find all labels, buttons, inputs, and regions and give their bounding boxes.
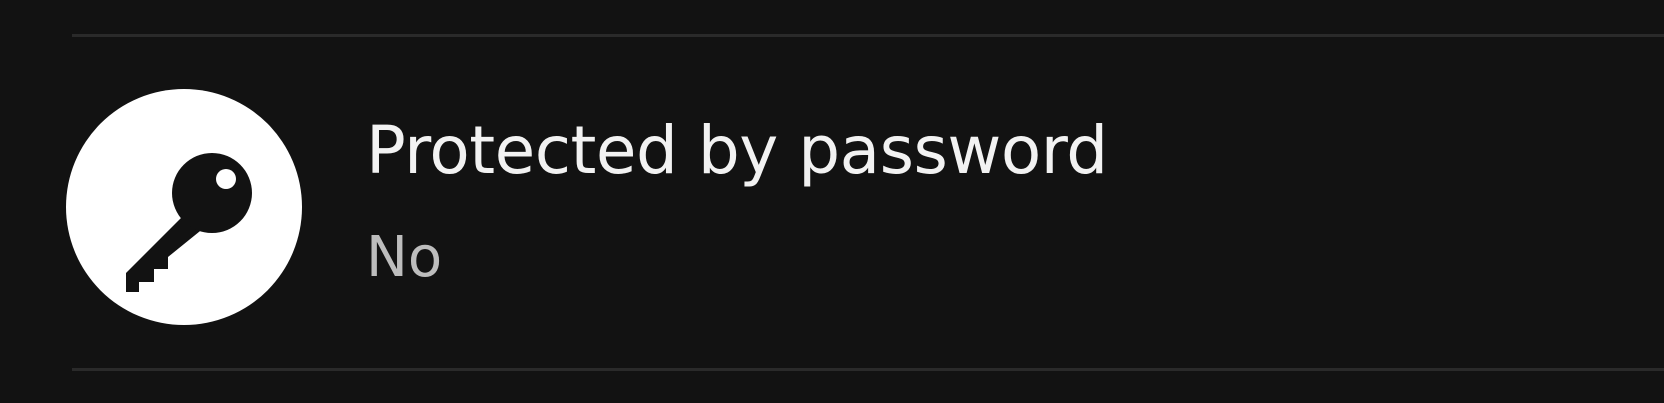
settings-screen: Protected by password No bbox=[0, 0, 1664, 403]
bottom-divider bbox=[72, 368, 1664, 371]
password-protection-row[interactable]: Protected by password No bbox=[0, 37, 1664, 368]
setting-title: Protected by password bbox=[366, 112, 1108, 189]
key-icon bbox=[66, 89, 302, 325]
setting-value: No bbox=[366, 225, 443, 290]
